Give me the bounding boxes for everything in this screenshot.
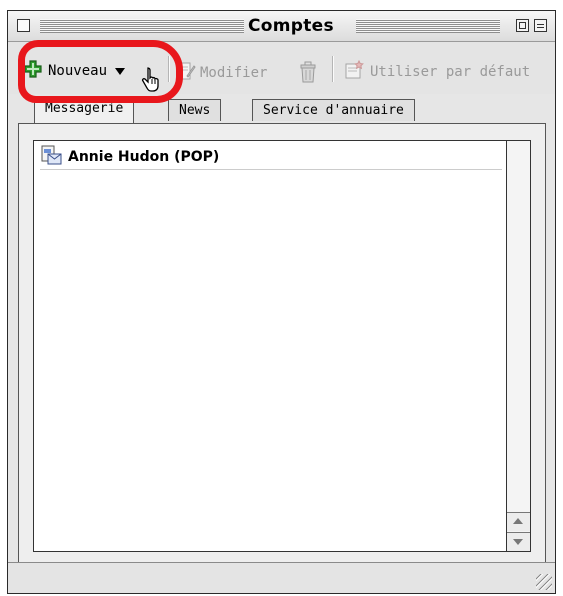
tab-news[interactable]: News	[168, 99, 222, 121]
edit-account-label: Modifier	[200, 65, 268, 81]
collapse-box-icon[interactable]	[534, 19, 547, 32]
title-bar-stripes-left	[40, 19, 244, 33]
scroll-up-arrow-icon[interactable]	[507, 512, 530, 531]
delete-account-button[interactable]	[298, 60, 318, 88]
default-account-icon	[344, 59, 364, 84]
list-item[interactable]: Annie Hudon (POP)	[40, 145, 502, 170]
set-default-label: Utiliser par défaut	[370, 64, 531, 80]
vertical-scrollbar[interactable]	[506, 141, 530, 551]
resize-grip-icon[interactable]	[536, 574, 552, 590]
title-bar-stripes-right	[356, 19, 500, 33]
close-box-icon[interactable]	[17, 19, 30, 32]
trash-icon	[298, 60, 318, 88]
mail-account-icon	[40, 144, 62, 170]
zoom-box-icon[interactable]	[516, 19, 529, 32]
scroll-down-arrow-icon[interactable]	[507, 532, 530, 551]
edit-account-button[interactable]: Modifier	[176, 60, 267, 86]
pointer-hand-icon	[141, 66, 165, 96]
accounts-list[interactable]: Annie Hudon (POP)	[33, 140, 531, 552]
window-title: Comptes	[248, 16, 334, 36]
title-bar[interactable]: Comptes	[8, 11, 555, 42]
set-default-button[interactable]: Utiliser par défaut	[344, 59, 531, 84]
tab-directory-service[interactable]: Service d'annuaire	[252, 99, 415, 121]
tab-panel: Annie Hudon (POP)	[18, 123, 546, 563]
status-bar	[8, 562, 555, 593]
account-name: Annie Hudon (POP)	[68, 149, 220, 165]
toolbar-separator	[332, 56, 334, 82]
